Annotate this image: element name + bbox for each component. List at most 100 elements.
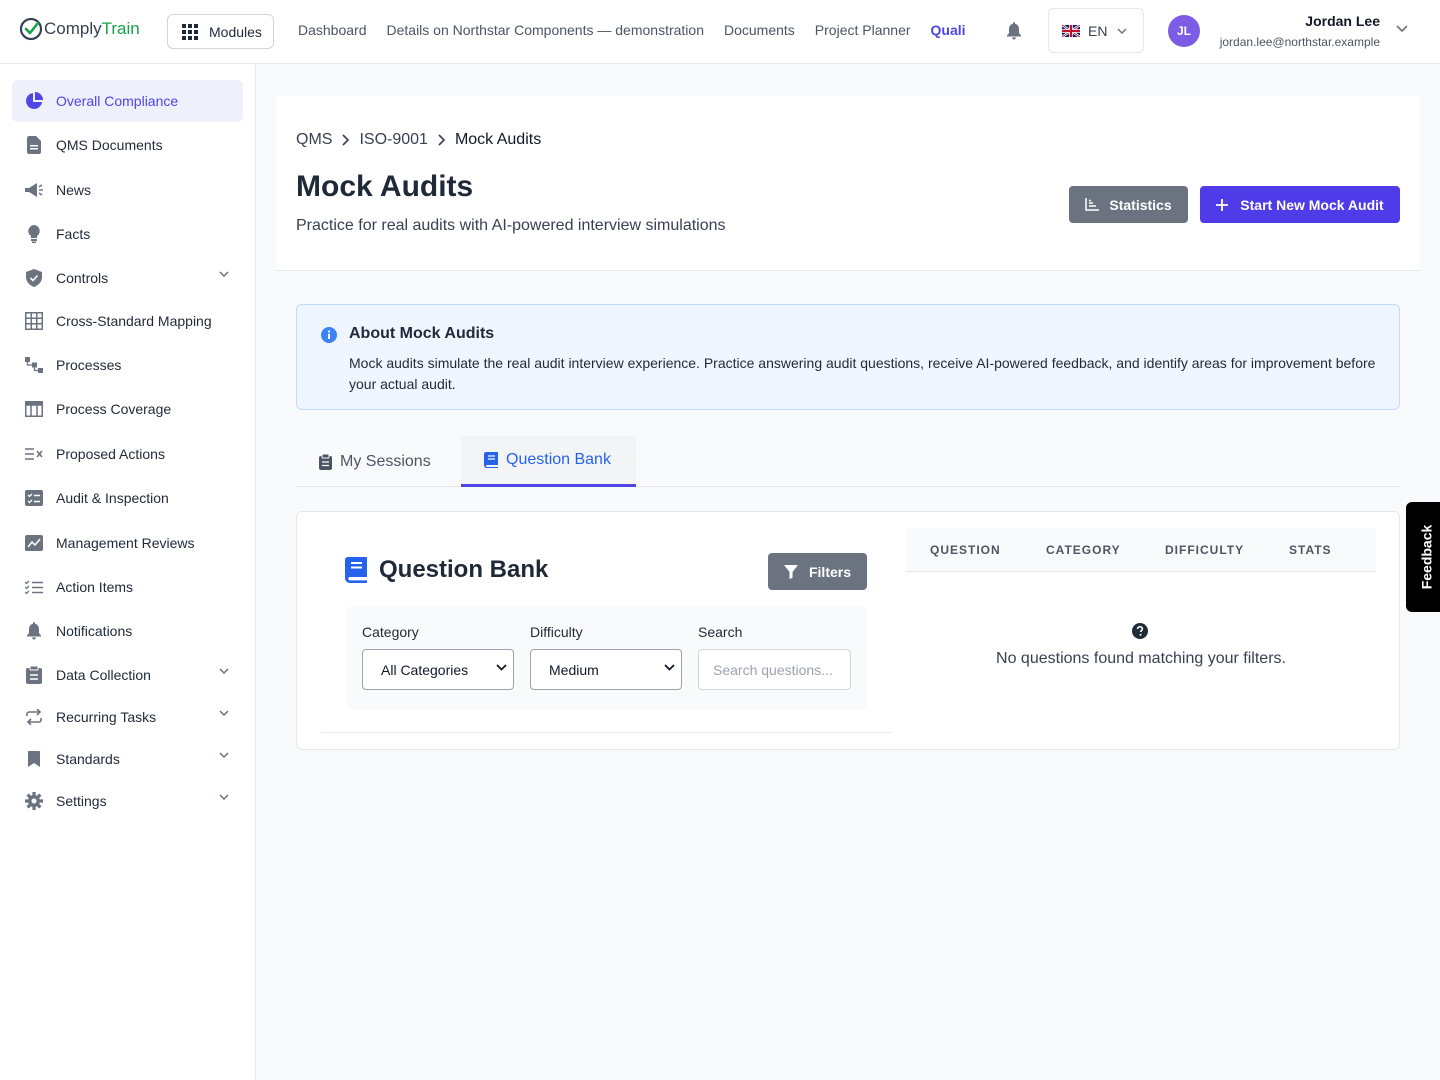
book-icon (345, 557, 367, 583)
column-category[interactable]: CATEGORY (1046, 543, 1121, 557)
sidebar-item-processes[interactable]: Processes (12, 344, 243, 386)
nav-dashboard[interactable]: Dashboard (298, 22, 367, 38)
column-question[interactable]: QUESTION (930, 543, 1001, 557)
sidebar-item-action-items[interactable]: Action Items (12, 566, 243, 608)
column-difficulty[interactable]: DIFFICULTY (1165, 543, 1244, 557)
chevron-right-icon (342, 134, 350, 146)
sidebar-item-proposed-actions[interactable]: Proposed Actions (12, 433, 243, 475)
statistics-button[interactable]: Statistics (1069, 186, 1188, 223)
page-subtitle: Practice for real audits with AI-powered… (296, 217, 726, 234)
sidebar-item-label: Controls (56, 270, 109, 286)
nav-quali[interactable]: Quali (931, 22, 966, 38)
sidebar-item-process-coverage[interactable]: Process Coverage (12, 388, 243, 430)
logo-text-train: Train (101, 19, 140, 38)
search-label: Search (698, 624, 743, 640)
plus-icon (1216, 198, 1229, 211)
start-new-mock-audit-button[interactable]: Start New Mock Audit (1200, 186, 1400, 223)
statistics-label: Statistics (1109, 196, 1172, 213)
tab-bar: My Sessions Question Bank (296, 436, 1400, 487)
sidebar-item-recurring-tasks[interactable]: Recurring Tasks (12, 696, 243, 738)
sidebar-item-controls[interactable]: Controls (12, 257, 243, 299)
tab-label: My Sessions (340, 452, 431, 470)
breadcrumb-iso-9001[interactable]: ISO-9001 (359, 131, 427, 149)
user-menu-chevron-icon[interactable] (1396, 25, 1408, 33)
tab-my-sessions[interactable]: My Sessions (319, 436, 431, 487)
filter-icon (783, 564, 798, 579)
avatar[interactable]: JL (1168, 15, 1200, 47)
clipboard-icon (25, 666, 43, 684)
sidebar-item-label: Management Reviews (56, 535, 195, 551)
sidebar-item-facts[interactable]: Facts (12, 213, 243, 255)
search-input[interactable]: Search questions... (698, 649, 851, 690)
filters-label: Filters (808, 563, 851, 580)
breadcrumb-qms[interactable]: QMS (296, 131, 332, 149)
feedback-label: Feedback (1418, 524, 1434, 590)
nav-project-planner[interactable]: Project Planner (815, 22, 911, 38)
category-value: All Categories (381, 661, 469, 678)
sidebar-item-audit-inspection[interactable]: Audit & Inspection (12, 477, 243, 519)
chevron-down-icon (219, 752, 229, 758)
bookmark-icon (25, 750, 43, 768)
megaphone-icon (25, 181, 43, 199)
column-stats[interactable]: STATS (1289, 543, 1332, 557)
language-selector[interactable]: EN (1048, 8, 1144, 53)
feedback-tab[interactable]: Feedback (1406, 502, 1440, 612)
nav-documents[interactable]: Documents (724, 22, 795, 38)
sidebar-item-standards[interactable]: Standards (12, 738, 243, 780)
shield-icon (25, 269, 43, 287)
empty-state-message: No questions found matching your filters… (996, 650, 1286, 667)
modules-button[interactable]: Modules (167, 14, 274, 49)
sidebar-item-overall-compliance[interactable]: Overall Compliance (12, 80, 243, 122)
sidebar-item-news[interactable]: News (12, 169, 243, 211)
checklist-icon (25, 489, 43, 507)
pie-chart-icon (25, 92, 43, 110)
sidebar: Overall Compliance QMS Documents News Fa… (0, 64, 256, 1080)
sidebar-item-label: Settings (56, 793, 107, 809)
divider (321, 732, 891, 733)
logo-check-icon (19, 17, 43, 41)
bar-chart-icon (1085, 198, 1100, 211)
sidebar-item-label: News (56, 182, 92, 198)
page-title: Mock Audits (296, 170, 474, 203)
sidebar-item-qms-documents[interactable]: QMS Documents (12, 124, 243, 166)
tab-label: Question Bank (506, 451, 611, 468)
filter-panel: Category All Categories Difficulty Mediu… (346, 606, 867, 709)
sidebar-item-label: Overall Compliance (56, 93, 179, 109)
breadcrumb: QMS ISO-9001 Mock Audits (296, 131, 541, 149)
sidebar-item-notifications[interactable]: Notifications (12, 610, 243, 652)
category-select[interactable]: All Categories (362, 649, 514, 690)
notification-bell-icon[interactable] (1006, 22, 1022, 40)
difficulty-label: Difficulty (530, 624, 583, 640)
question-circle-icon (1132, 623, 1148, 639)
chart-review-icon (25, 534, 43, 552)
app-logo[interactable]: Comply Train (19, 17, 140, 41)
page-header: QMS ISO-9001 Mock Audits Mock Audits Pra… (276, 96, 1420, 271)
chevron-down-icon (219, 710, 229, 716)
difficulty-select[interactable]: Medium (530, 649, 682, 690)
sidebar-item-management-reviews[interactable]: Management Reviews (12, 522, 243, 564)
gear-icon (25, 792, 43, 810)
grid-dots-icon (182, 23, 198, 40)
category-label: Category (362, 624, 419, 640)
filters-button[interactable]: Filters (768, 553, 867, 590)
book-icon (484, 452, 498, 468)
user-name[interactable]: Jordan Lee (1305, 13, 1380, 29)
sidebar-item-cross-standard-mapping[interactable]: Cross-Standard Mapping (12, 300, 243, 342)
chevron-down-icon (219, 271, 229, 277)
chevron-down-icon (1117, 27, 1127, 34)
nav-details[interactable]: Details on Northstar Components — demons… (387, 22, 704, 38)
process-icon (25, 356, 43, 374)
question-bank-title-text: Question Bank (379, 556, 549, 583)
question-bank-title: Question Bank (345, 556, 548, 584)
sidebar-item-label: Cross-Standard Mapping (56, 313, 212, 329)
difficulty-value: Medium (549, 661, 599, 678)
sidebar-item-data-collection[interactable]: Data Collection (12, 654, 243, 696)
sidebar-item-label: Standards (56, 751, 120, 767)
chevron-down-icon (219, 794, 229, 800)
chevron-right-icon (438, 134, 445, 146)
info-icon (321, 327, 337, 343)
sidebar-item-label: Notifications (56, 623, 133, 639)
chevron-down-icon (496, 664, 507, 671)
sidebar-item-settings[interactable]: Settings (12, 780, 243, 822)
tab-question-bank[interactable]: Question Bank (461, 436, 636, 487)
